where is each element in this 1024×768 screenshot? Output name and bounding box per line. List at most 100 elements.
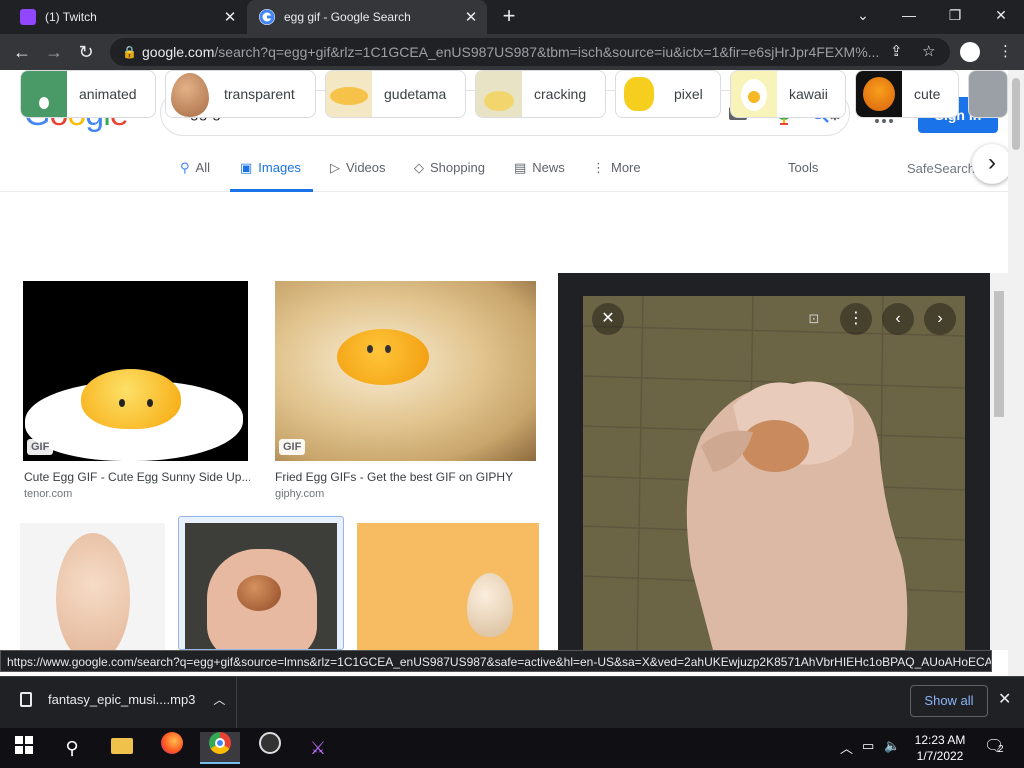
close-preview-icon[interactable]: ✕ <box>592 303 624 335</box>
close-tab-icon[interactable]: ✕ <box>220 8 240 26</box>
browser-toolbar: ← → ↻ 🔒 google.com/search?q=egg+gif&rlz=… <box>0 34 1024 70</box>
scrollbar-thumb[interactable] <box>1012 78 1020 150</box>
browser-tab-twitch[interactable]: (1) Twitch ✕ <box>8 0 246 34</box>
result-image[interactable] <box>357 523 539 650</box>
eye-shape <box>367 345 373 353</box>
minimize-button[interactable]: — <box>886 0 932 30</box>
chip-cracking[interactable]: cracking <box>475 70 606 118</box>
game-app-icon[interactable]: ⚔ <box>298 732 338 764</box>
chip-transparent[interactable]: transparent <box>165 70 316 118</box>
download-shelf: fantasy_epic_musi....mp3 ︿ Show all ✕ <box>0 676 1024 729</box>
search-icon[interactable]: ⚲ <box>52 732 92 764</box>
tab-shopping[interactable]: ◇ Shopping <box>414 160 485 192</box>
result-image-selected[interactable] <box>178 516 344 650</box>
profile-icon[interactable] <box>960 42 980 62</box>
eye-shape <box>385 345 391 353</box>
network-icon[interactable]: ▭ <box>862 738 874 754</box>
tab-all[interactable]: ⚲ All <box>180 160 210 192</box>
chip-thumbnail <box>969 71 1007 117</box>
tab-videos[interactable]: ▷ Videos <box>330 160 386 192</box>
chips-next-button[interactable]: › <box>972 144 1012 184</box>
preview-image[interactable] <box>583 296 965 650</box>
browser-tab-google[interactable]: egg gif - Google Search ✕ <box>247 0 487 34</box>
system-clock[interactable]: 12:23 AM 1/7/2022 <box>905 732 975 764</box>
play-icon: ▷ <box>330 160 340 175</box>
gif-badge: GIF <box>279 439 306 455</box>
result-caption[interactable]: Fried Egg GIFs - Get the best GIF on GIP… <box>275 470 537 484</box>
chip-thumbnail <box>616 71 662 117</box>
next-image-icon[interactable]: › <box>924 303 956 335</box>
result-image[interactable]: GIF <box>275 281 536 461</box>
preview-image-art <box>583 296 965 650</box>
forward-button[interactable]: → <box>42 40 66 64</box>
tab-label: Videos <box>346 160 386 175</box>
chevron-up-icon[interactable]: ︿ <box>213 691 225 708</box>
close-tab-icon[interactable]: ✕ <box>461 8 481 26</box>
chip-gudetama[interactable]: gudetama <box>325 70 466 118</box>
bookmark-star-icon[interactable]: ☆ <box>922 42 935 60</box>
close-download-shelf-icon[interactable]: ✕ <box>998 689 1011 709</box>
browser-tab-strip: (1) Twitch ✕ egg gif - Google Search ✕ +… <box>0 0 1024 34</box>
more-vert-icon: ⋮ <box>592 160 605 175</box>
chrome-menu-icon[interactable]: ⋮ <box>998 42 1013 60</box>
tab-search-button[interactable]: ⌄ <box>840 0 886 30</box>
obs-icon[interactable] <box>250 732 290 764</box>
result-image[interactable]: GIF <box>23 281 248 461</box>
chip-label: pixel <box>674 86 703 102</box>
preview-scrollbar[interactable] <box>990 273 1008 650</box>
tools-button[interactable]: Tools <box>788 160 818 175</box>
back-button[interactable]: ← <box>10 40 34 64</box>
previous-image-icon[interactable]: ‹ <box>882 303 914 335</box>
new-tab-button[interactable]: + <box>498 5 520 29</box>
share-icon[interactable]: ⇪ <box>890 42 903 60</box>
download-item[interactable]: fantasy_epic_musi....mp3 ︿ <box>20 691 225 708</box>
chrome-icon[interactable] <box>200 732 240 764</box>
windows-taskbar: ⚲ ⚔ ︿ ▭ 🔈 12:23 AM 1/7/2022 🗨 2 <box>0 728 1024 768</box>
close-window-button[interactable]: ✕ <box>978 0 1024 30</box>
clock-date: 1/7/2022 <box>916 749 964 763</box>
firefox-icon[interactable] <box>152 732 192 764</box>
windows-start-icon[interactable] <box>4 732 44 764</box>
restore-button[interactable]: ❐ <box>932 0 978 30</box>
chevron-up-icon[interactable]: ︿ <box>840 738 853 757</box>
chip-label: animated <box>79 86 137 102</box>
tab-images[interactable]: ▣ Images <box>230 160 313 192</box>
egg-shape <box>237 575 281 611</box>
address-bar[interactable]: 🔒 google.com/search?q=egg+gif&rlz=1C1GCE… <box>110 38 950 66</box>
result-source[interactable]: giphy.com <box>275 488 324 500</box>
result-caption[interactable]: Cute Egg GIF - Cute Egg Sunny Side Up... <box>24 470 250 484</box>
notification-count: 2 <box>998 744 1004 755</box>
chip-cute[interactable]: cute <box>855 70 959 118</box>
scrollbar-thumb[interactable] <box>994 291 1004 417</box>
reload-button[interactable]: ↻ <box>74 40 98 64</box>
chip-thumbnail <box>166 71 212 117</box>
tab-label: Images <box>258 160 301 175</box>
page-scrollbar[interactable] <box>1008 70 1024 676</box>
chip-thumbnail <box>731 71 777 117</box>
search-type-tabs: ⚲ All ▣ Images ▷ Videos ◇ Shopping ▤ News ⋮ Mo… <box>0 158 1008 192</box>
egg-shape <box>467 573 513 637</box>
lens-search-icon[interactable]: ⊡ <box>798 303 830 335</box>
show-all-downloads-button[interactable]: Show all <box>910 685 988 717</box>
volume-muted-icon[interactable]: 🔈 <box>884 738 900 754</box>
divider <box>236 677 237 729</box>
tag-icon: ◇ <box>414 160 424 175</box>
notifications-icon[interactable]: 🗨 2 <box>984 736 1004 756</box>
chip-partial[interactable] <box>968 70 1008 118</box>
download-filename: fantasy_epic_musi....mp3 <box>48 692 196 707</box>
tab-label: News <box>532 160 565 175</box>
chip-label: kawaii <box>789 86 828 102</box>
chip-kawaii[interactable]: kawaii <box>730 70 846 118</box>
tab-more[interactable]: ⋮ More <box>592 160 641 192</box>
tab-label: More <box>611 160 641 175</box>
more-options-icon[interactable]: ⋮ <box>840 303 872 335</box>
result-source[interactable]: tenor.com <box>24 488 72 500</box>
chip-pixel[interactable]: pixel <box>615 70 721 118</box>
result-image[interactable] <box>20 523 165 650</box>
tab-news[interactable]: ▤ News <box>514 160 565 192</box>
eye-shape <box>147 399 153 407</box>
file-explorer-icon[interactable] <box>102 732 142 764</box>
chip-thumbnail <box>856 71 902 117</box>
image-preview-panel: ✕ ⊡ ⋮ ‹ › <box>558 273 990 650</box>
chip-animated[interactable]: animated <box>20 70 156 118</box>
